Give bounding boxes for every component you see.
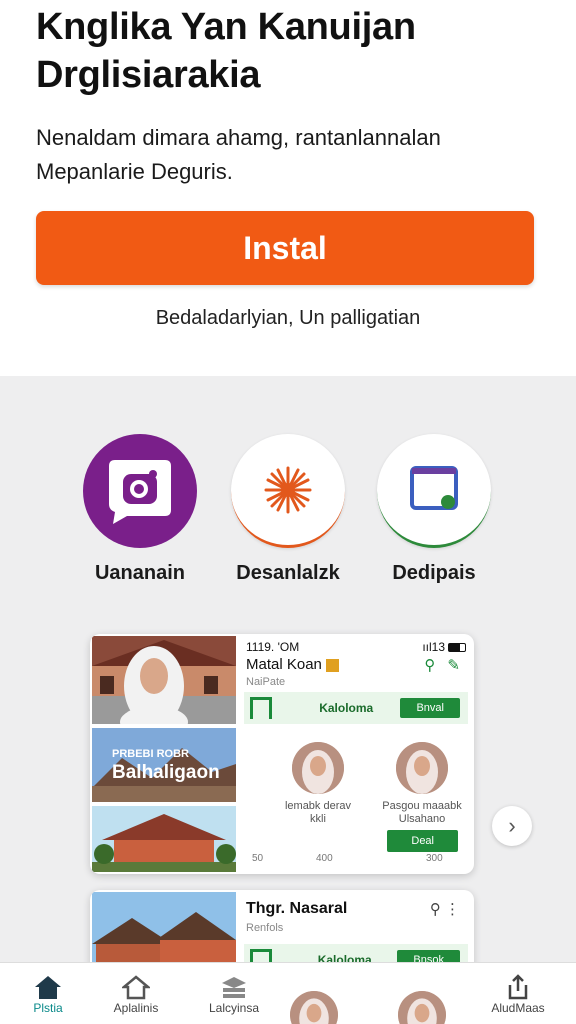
person-card-2[interactable]: Pasgou maaabk Ulsahano: [382, 742, 462, 826]
chat-camera-icon: [83, 434, 197, 548]
person-name-1: lemabk derav kkli: [284, 800, 352, 825]
install-note: Bedaladarlyian, Un palligatian: [155, 307, 421, 329]
status-time: 1119. 'OM: [246, 640, 300, 654]
photo-overlay-small: PRBEBI ROBR: [112, 748, 190, 760]
app-store-page: Knglika Yan Kanuijan Drglisiarakia Nenal…: [0, 0, 576, 1024]
app-description: Nenaldam dimara ahamg, rantanlannalan Me…: [36, 121, 540, 189]
chevron-right-icon[interactable]: ›: [492, 806, 532, 846]
gate-icon: [250, 697, 272, 719]
app-title-line2: Drglisiarakia: [36, 54, 261, 96]
preview-row: Kaloloma Bnval: [244, 692, 468, 724]
preview-actions: ⚲ ✎: [424, 656, 460, 674]
person-name-2: Pasgou maaabk Ulsahano: [382, 800, 462, 825]
bottom-nav: Plstia Aplalinis Lalcyinsa AludMaas: [0, 962, 576, 1024]
photo-overlay-title: Balhaligaon: [112, 762, 220, 783]
status-bar: 1119. 'OM ııl13: [246, 640, 466, 654]
category-item-3[interactable]: Dedipais: [354, 434, 514, 585]
share-icon: [470, 973, 566, 1001]
install-button[interactable]: Instal: [36, 211, 534, 285]
deal-button[interactable]: Deal: [387, 830, 458, 852]
person-card-1[interactable]: lemabk derav kkli: [278, 742, 358, 826]
nav-item-1[interactable]: Plstia: [0, 973, 96, 1015]
search-icon[interactable]: ⚲ ⋮: [430, 900, 460, 918]
number-right: 300: [426, 853, 443, 864]
status-right: ııl13: [422, 640, 466, 654]
app-title-line1: Knglika Yan Kanuijan: [36, 6, 416, 48]
category-label-3: Dedipais: [392, 562, 476, 584]
preview-subtitle: NaiPate: [246, 676, 286, 688]
nav-label-1: Plstia: [33, 1001, 63, 1015]
badge-icon: [326, 658, 340, 672]
category-label-2: Desanlalzk: [236, 562, 340, 584]
nav-label-6: AludMaas: [491, 1001, 545, 1015]
building-photo-2: PRBEBI ROBR Balhaligaon: [92, 728, 236, 802]
building-photo-1: [92, 636, 236, 724]
sunburst-icon: [231, 434, 345, 548]
search-icon[interactable]: ⚲: [424, 656, 435, 674]
category-item-1[interactable]: Uananain: [60, 434, 220, 585]
preview-row-label: Kaloloma: [319, 701, 374, 715]
avatar: [398, 991, 446, 1024]
edit-icon[interactable]: ✎: [447, 656, 460, 674]
showcase-section: Uananain Desanlalzk Dedipais PRBEBI ROBR…: [0, 376, 576, 1010]
preview-row-button[interactable]: Bnval: [400, 698, 460, 718]
card2-title: Thgr. Nasaral: [246, 900, 348, 917]
category-item-2[interactable]: Desanlalzk: [208, 434, 368, 585]
app-title: Knglika Yan Kanuijan Drglisiarakia: [36, 0, 540, 99]
preview-title-text: Matal Koan: [246, 656, 322, 673]
number-mid: 400: [316, 853, 333, 864]
screenshot-card-1[interactable]: PRBEBI ROBR Balhaligaon 1119. 'OM ııl13: [90, 634, 474, 874]
app-description-line1: Nenaldam dimara ahamg, rantanlannalan: [36, 125, 441, 150]
avatar: [290, 991, 338, 1024]
avatar: [396, 742, 448, 794]
signal-text: ııl13: [422, 640, 445, 654]
frame-icon: [377, 434, 491, 548]
home-icon: [0, 973, 96, 1001]
app-description-line2: Mepanlarie Deguris.: [36, 159, 233, 184]
app-header: Knglika Yan Kanuijan Drglisiarakia Nenal…: [0, 0, 576, 376]
category-label-1: Uananain: [94, 562, 186, 584]
avatar: [292, 742, 344, 794]
house-outline-icon: [88, 973, 184, 1001]
preview-footer: 50 400 300 Deal: [248, 830, 466, 864]
nav-item-4[interactable]: [266, 991, 362, 1024]
battery-icon: [448, 643, 466, 653]
nav-item-2[interactable]: Aplalinis: [88, 973, 184, 1015]
preview-title: Matal Koan: [246, 656, 340, 673]
nav-item-5[interactable]: [374, 991, 470, 1024]
nav-item-6[interactable]: AludMaas: [470, 973, 566, 1015]
phone-preview: 1119. 'OM ııl13 Matal Koan NaiPate ⚲ ✎ K…: [240, 634, 474, 874]
number-left: 50: [252, 853, 264, 864]
nav-label-2: Aplalinis: [113, 1001, 159, 1015]
building-photo-3: [92, 806, 236, 872]
card2-subtitle: Renfols: [246, 922, 284, 934]
